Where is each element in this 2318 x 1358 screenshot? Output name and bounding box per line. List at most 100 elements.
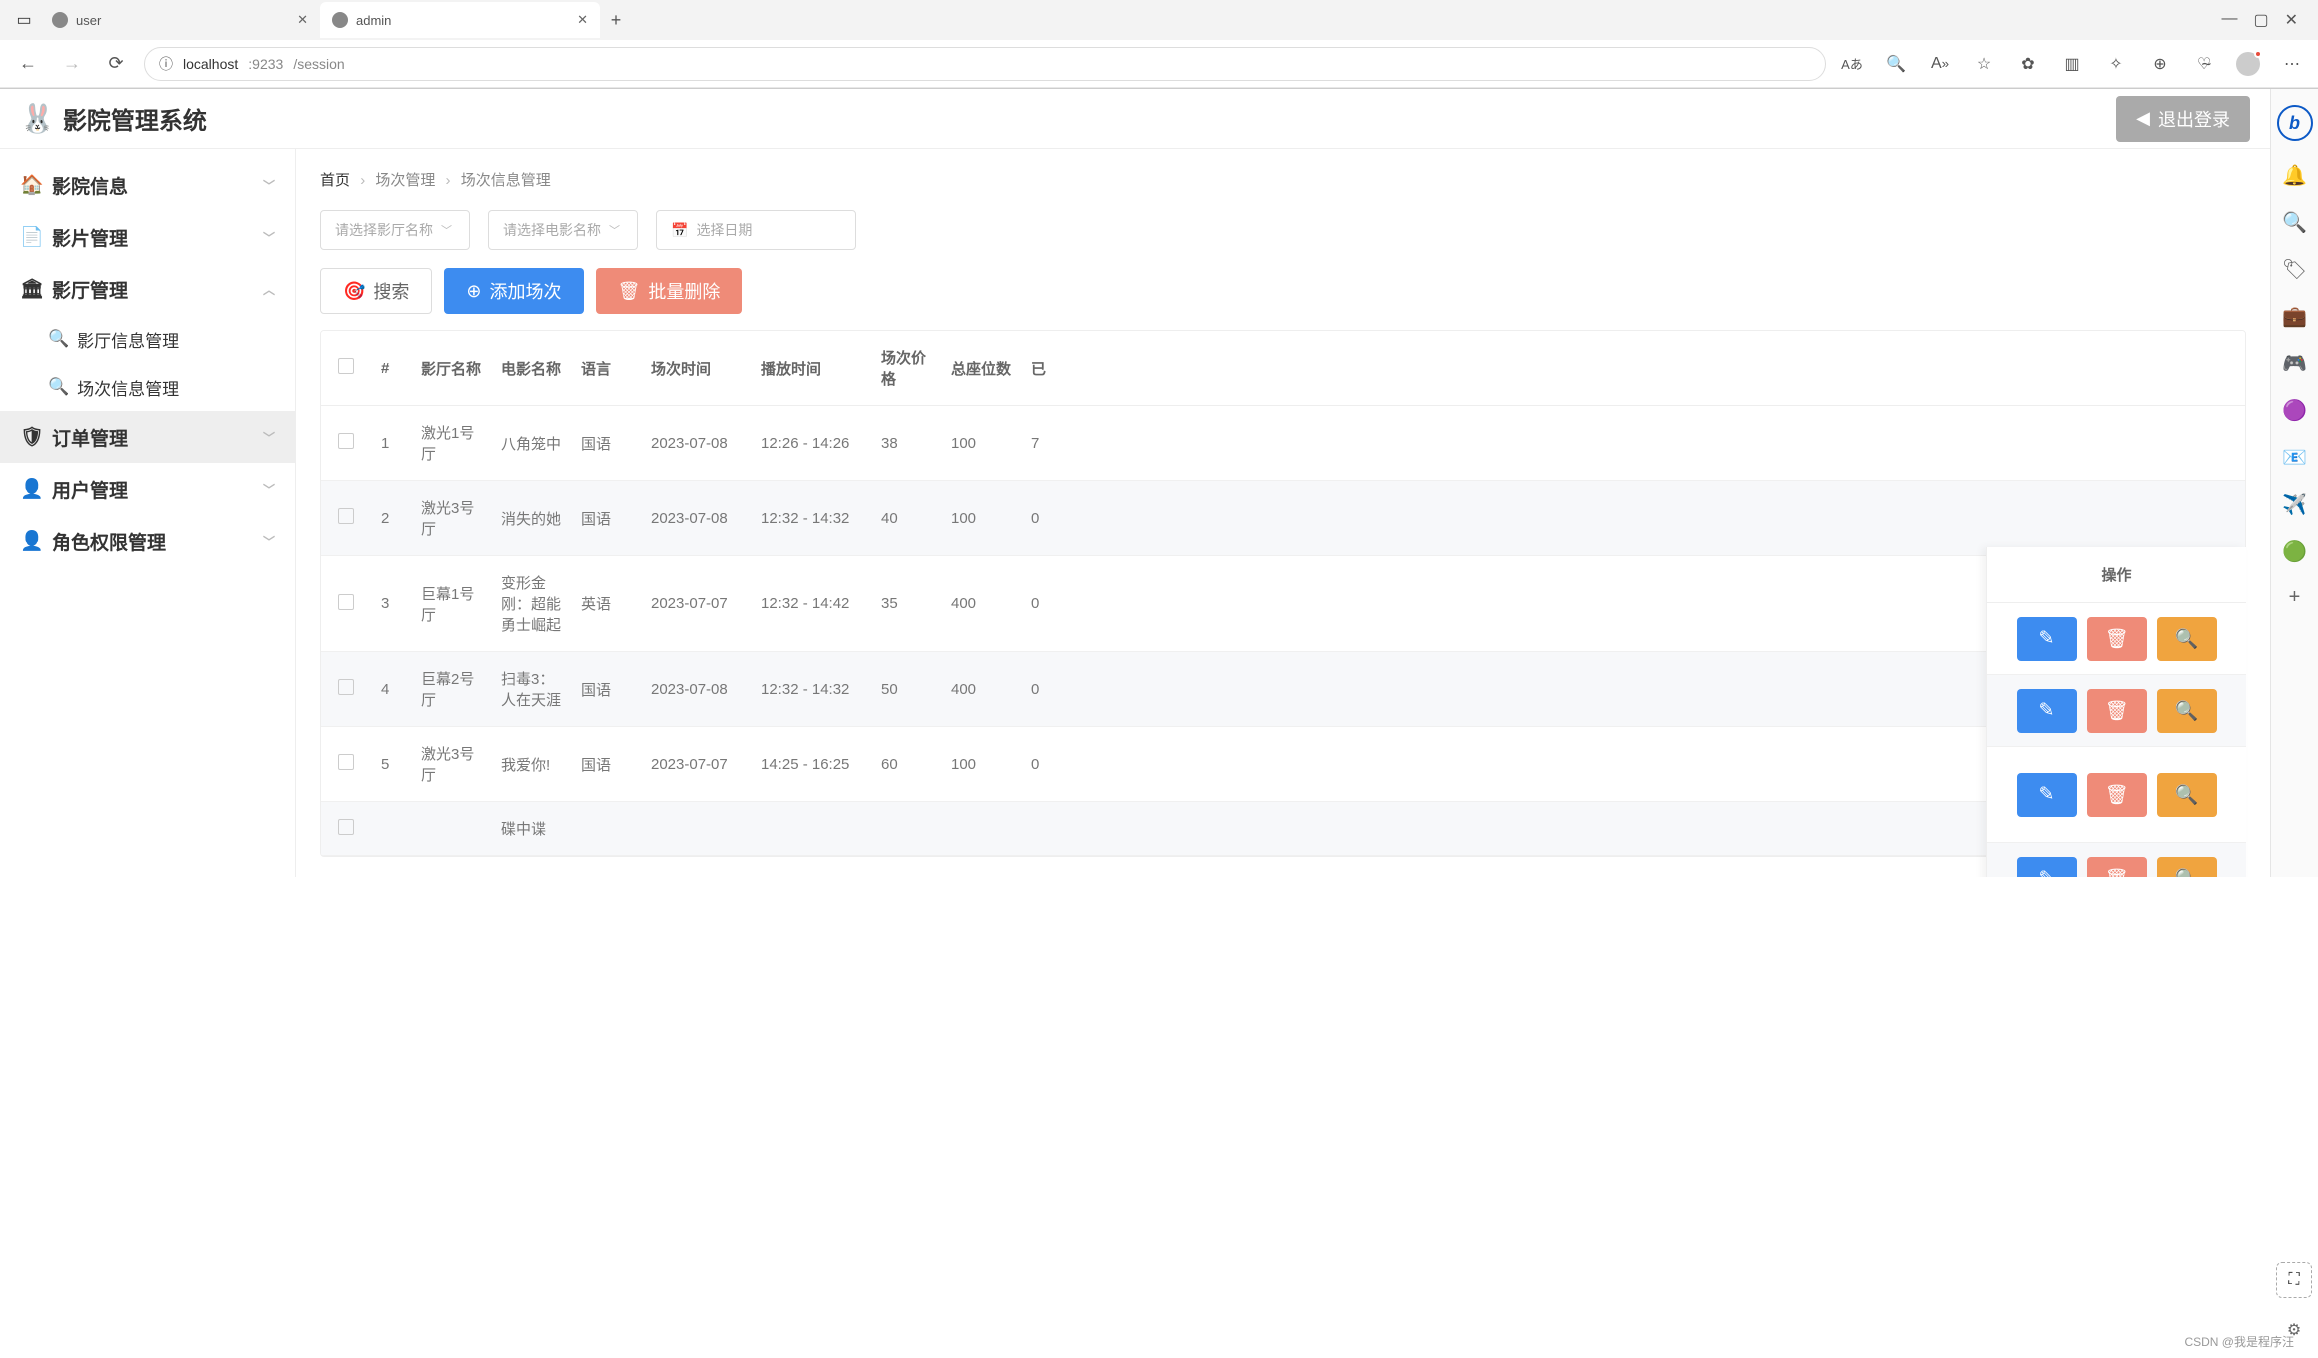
- new-tab-button[interactable]: +: [600, 4, 632, 36]
- refresh-button[interactable]: ⟳: [100, 48, 132, 80]
- row-checkbox[interactable]: [338, 679, 354, 695]
- add-session-button[interactable]: ⊕ 添加场次: [444, 268, 583, 314]
- view-button[interactable]: 🔍: [2157, 857, 2217, 878]
- document-icon: 📄: [20, 225, 44, 249]
- cell-idx: 1: [371, 419, 411, 468]
- date-placeholder: 选择日期: [696, 220, 752, 240]
- spotify-icon[interactable]: 🟢: [2282, 539, 2307, 564]
- translate-button[interactable]: Aあ: [1838, 50, 1866, 78]
- browser-tab-user[interactable]: user ✕: [40, 2, 320, 38]
- cell-price: 35: [871, 579, 941, 628]
- delete-button[interactable]: 🗑: [2087, 773, 2147, 817]
- edit-button[interactable]: ✎: [2017, 773, 2077, 817]
- sidebar-subitem-hall-info[interactable]: 🔍 影厅信息管理: [0, 315, 295, 363]
- edit-button[interactable]: ✎: [2017, 689, 2077, 733]
- cell-date: 2023-07-08: [641, 494, 751, 543]
- sidebar-item-order-mgmt[interactable]: 🛡 订单管理 ﹀: [0, 411, 295, 463]
- cell-date: 2023-07-07: [641, 740, 751, 789]
- select-all-checkbox[interactable]: [338, 358, 354, 374]
- telegram-icon[interactable]: ✈️: [2282, 492, 2307, 517]
- briefcase-icon[interactable]: 💼: [2282, 304, 2307, 329]
- logout-button[interactable]: ◀ 退出登录: [2116, 96, 2250, 142]
- logout-label: 退出登录: [2158, 106, 2230, 132]
- sidebar-item-cinema-info[interactable]: 🏠 影院信息 ﹀: [0, 159, 295, 211]
- row-checkbox[interactable]: [338, 433, 354, 449]
- ops-row: ✎🗑🔍: [1987, 675, 2246, 747]
- sidebar-item-film-mgmt[interactable]: 📄 影片管理 ﹀: [0, 211, 295, 263]
- cell-seats: 100: [941, 494, 1021, 543]
- office-icon[interactable]: 🟣: [2282, 398, 2307, 423]
- url-input[interactable]: ⓘ localhost:9233/session: [144, 47, 1826, 81]
- view-button[interactable]: 🔍: [2157, 773, 2217, 817]
- view-button[interactable]: 🔍: [2157, 689, 2217, 733]
- add-sidebar-icon[interactable]: +: [2289, 586, 2301, 609]
- cell-idx: 2: [371, 494, 411, 543]
- close-icon[interactable]: ✕: [577, 12, 588, 28]
- browser-toolbar: Aあ 🔍 A» ☆ ✿ ▥ ✧ ⊕ ♡̴ ⋯: [1838, 50, 2306, 78]
- row-checkbox[interactable]: [338, 819, 354, 835]
- select-placeholder: 请选择影厅名称: [335, 220, 433, 240]
- edit-button[interactable]: ✎: [2017, 857, 2077, 878]
- extensions-icon[interactable]: ✿: [2014, 50, 2042, 78]
- bell-icon[interactable]: 🔔: [2282, 163, 2307, 188]
- outlook-icon[interactable]: 📧: [2282, 445, 2307, 470]
- close-icon[interactable]: ✕: [297, 12, 308, 28]
- window-controls: — ▢ ✕: [2221, 10, 2310, 30]
- edit-button[interactable]: ✎: [2017, 617, 2077, 661]
- search-icon[interactable]: 🔍: [2282, 210, 2307, 235]
- edge-sidebar: b 🔔 🔍 🏷 💼 🎮 🟣 📧 ✈️ 🟢 +: [2270, 89, 2318, 877]
- site-info-icon[interactable]: ⓘ: [159, 54, 173, 74]
- building-icon: 🏛: [20, 277, 44, 301]
- row-checkbox[interactable]: [338, 508, 354, 524]
- performance-icon[interactable]: ♡̴: [2190, 50, 2218, 78]
- hall-filter-select[interactable]: 请选择影厅名称 ﹀: [320, 210, 470, 250]
- tag-icon[interactable]: 🏷: [2282, 257, 2307, 282]
- user-icon: 👤: [20, 529, 44, 553]
- calendar-icon: 📅: [671, 222, 688, 239]
- sidebar-item-hall-mgmt[interactable]: 🏛 影厅管理 ︿: [0, 263, 295, 315]
- search-icon: 🎯: [343, 281, 365, 302]
- search-in-page-icon[interactable]: 🔍: [1882, 50, 1910, 78]
- favorite-icon[interactable]: ☆: [1970, 50, 1998, 78]
- sidebar-item-user-mgmt[interactable]: 👤 用户管理 ﹀: [0, 463, 295, 515]
- close-window-button[interactable]: ✕: [2285, 10, 2298, 30]
- bulk-delete-button[interactable]: 🗑 批量删除: [596, 268, 743, 314]
- bulk-delete-label: 批量删除: [648, 278, 720, 304]
- game-icon[interactable]: 🎮: [2282, 351, 2307, 376]
- collections-icon[interactable]: ⊕: [2146, 50, 2174, 78]
- date-filter-input[interactable]: 📅 选择日期: [656, 210, 856, 250]
- maximize-button[interactable]: ▢: [2253, 10, 2268, 30]
- read-aloud-icon[interactable]: A»: [1926, 50, 1954, 78]
- favorites-bar-icon[interactable]: ✧: [2102, 50, 2130, 78]
- chevron-down-icon: ﹀: [263, 429, 275, 446]
- movie-filter-select[interactable]: 请选择电影名称 ﹀: [488, 210, 638, 250]
- minimize-button[interactable]: —: [2221, 10, 2237, 30]
- cell-lang: 国语: [571, 492, 641, 545]
- forward-button[interactable]: →: [56, 48, 88, 80]
- logo-icon: 🐰: [20, 102, 55, 135]
- th-time: 播放时间: [751, 342, 871, 395]
- delete-button[interactable]: 🗑: [2087, 857, 2147, 878]
- screenshot-button[interactable]: ⛶: [2276, 1262, 2312, 1298]
- profile-button[interactable]: [2234, 50, 2262, 78]
- table-row: 碟中谍: [321, 802, 2245, 856]
- delete-button[interactable]: 🗑: [2087, 689, 2147, 733]
- chevron-up-icon: ︿: [263, 281, 275, 298]
- view-button[interactable]: 🔍: [2157, 617, 2217, 661]
- sessions-table: # 影厅名称 电影名称 语言 场次时间 播放时间 场次价格 总座位数 已 1激光…: [320, 330, 2246, 857]
- row-checkbox[interactable]: [338, 594, 354, 610]
- sidebar-subitem-label: 影厅信息管理: [77, 327, 179, 352]
- row-checkbox[interactable]: [338, 754, 354, 770]
- breadcrumb-home[interactable]: 首页: [320, 172, 350, 189]
- sidebar-item-role-mgmt[interactable]: 👤 角色权限管理 ﹀: [0, 515, 295, 567]
- browser-tab-admin[interactable]: admin ✕: [320, 2, 600, 38]
- tab-overview-button[interactable]: ▭: [8, 4, 40, 36]
- split-screen-icon[interactable]: ▥: [2058, 50, 2086, 78]
- bing-button[interactable]: b: [2277, 105, 2313, 141]
- more-icon[interactable]: ⋯: [2278, 50, 2306, 78]
- search-button[interactable]: 🎯 搜索: [320, 268, 432, 314]
- sidebar-item-label: 影厅管理: [52, 276, 128, 303]
- back-button[interactable]: ←: [12, 48, 44, 80]
- delete-button[interactable]: 🗑: [2087, 617, 2147, 661]
- sidebar-subitem-session-info[interactable]: 🔍 场次信息管理: [0, 363, 295, 411]
